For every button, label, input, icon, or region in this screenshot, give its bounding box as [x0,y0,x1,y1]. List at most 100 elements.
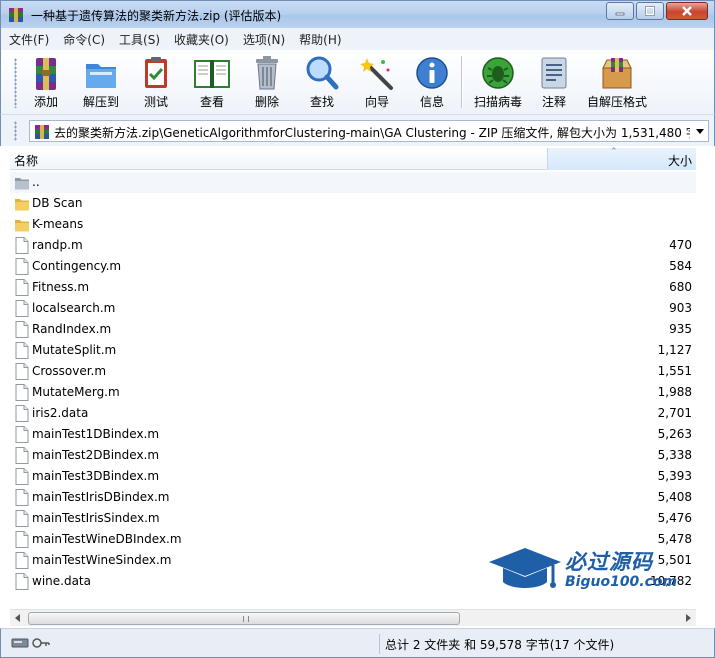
scan-virus-button[interactable]: 扫描病毒 [470,54,526,110]
file-name: mainTestWineSindex.m [32,553,172,567]
column-size-header[interactable]: 大小 [547,148,696,170]
info-icon [416,57,448,89]
file-icon [15,531,29,548]
file-size: 680 [669,280,692,294]
file-size: 5,263 [657,427,692,441]
info-button[interactable]: 信息 [407,54,457,110]
find-button[interactable]: 查找 [297,54,347,110]
menu-options[interactable]: 选项(N) [243,31,285,48]
file-row[interactable]: mainTestIrisSindex.m 5,476 [10,508,696,529]
comment-button[interactable]: 注释 [529,54,579,110]
test-clipboard-icon [145,57,167,88]
file-name: mainTestIrisSindex.m [32,511,160,525]
file-name: iris2.data [32,406,89,420]
horizontal-scrollbar[interactable] [10,609,696,626]
menu-file[interactable]: 文件(F) [9,31,49,48]
file-row[interactable]: iris2.data 2,701 [10,403,696,424]
winrar-app-icon[interactable] [8,7,24,23]
file-row[interactable]: K-means [10,214,696,235]
file-row[interactable]: DB Scan [10,193,696,214]
file-icon [15,447,29,464]
file-name: mainTest3DBindex.m [32,469,160,483]
file-row[interactable]: MutateMerg.m 1,988 [10,382,696,403]
watermark-text-en: Biguo100.com [565,574,678,590]
archive-icon [35,125,49,139]
menu-help[interactable]: 帮助(H) [299,31,341,48]
test-button[interactable]: 测试 [131,54,181,110]
file-size: 5,408 [657,490,692,504]
file-row[interactable]: mainTest1DBindex.m 5,263 [10,424,696,445]
wizard-wand-icon [360,58,393,90]
view-button[interactable]: 查看 [187,54,237,110]
file-name: K-means [32,217,84,231]
maximize-icon [645,6,655,16]
file-name: Contingency.m [32,259,122,273]
status-bar: 总计 2 文件夹 和 59,578 字节(17 个文件) [0,628,715,658]
file-size: 935 [669,322,692,336]
delete-button[interactable]: 删除 [242,54,292,110]
column-name-header[interactable]: 名称 [14,152,38,169]
scroll-left-icon[interactable] [13,613,23,623]
file-name: Fitness.m [32,280,90,294]
file-name: mainTestIrisDBindex.m [32,490,170,504]
maximize-button[interactable] [636,2,664,20]
file-row[interactable]: randp.m 470 [10,235,696,256]
scrollbar-thumb[interactable] [28,612,460,625]
file-row[interactable]: mainTest2DBindex.m 5,338 [10,445,696,466]
file-row[interactable]: RandIndex.m 935 [10,319,696,340]
file-icon [15,279,29,296]
address-grip[interactable] [14,121,17,141]
extract-to-button[interactable]: 解压到 [76,54,126,110]
title-bar[interactable]: 一种基于遗传算法的聚类新方法.zip (评估版本) [0,0,715,28]
address-field[interactable]: 去的聚类新方法.zip\GeneticAlgorithmforClusterin… [29,120,709,142]
wizard-label: 向导 [364,95,389,109]
menu-favorites[interactable]: 收藏夹(O) [174,31,229,48]
file-icon [15,510,29,527]
file-icon [15,237,29,254]
file-row[interactable]: Contingency.m 584 [10,256,696,277]
folder-icon [15,220,29,232]
scroll-right-icon[interactable] [683,613,693,623]
sfx-button[interactable]: 自解压格式 [584,54,650,110]
menu-tools[interactable]: 工具(S) [119,31,160,48]
chevron-down-icon[interactable] [695,126,705,136]
address-bar: 去的聚类新方法.zip\GeneticAlgorithmforClusterin… [0,114,715,146]
folder-icon [15,199,29,211]
file-row[interactable]: localsearch.m 903 [10,298,696,319]
file-row[interactable]: Crossover.m 1,551 [10,361,696,382]
sfx-label: 自解压格式 [586,95,647,109]
toolbar-grip[interactable] [14,58,17,108]
file-row[interactable]: MutateSplit.m 1,127 [10,340,696,361]
file-name: DB Scan [32,196,83,210]
file-row[interactable]: .. [10,172,696,193]
file-row[interactable]: mainTestIrisDBindex.m 5,408 [10,487,696,508]
minimize-button[interactable] [606,2,634,20]
file-icon [15,258,29,275]
file-name: RandIndex.m [32,322,112,336]
file-icon [15,300,29,317]
close-icon [682,6,692,16]
parent-folder-icon [15,178,29,190]
file-size: 1,551 [657,364,692,378]
file-size: 2,701 [657,406,692,420]
virus-scan-icon [482,57,514,89]
file-icon [15,426,29,443]
file-name: randp.m [32,238,83,252]
add-label: 添加 [33,95,58,109]
wizard-button[interactable]: 向导 [352,54,402,110]
menu-commands[interactable]: 命令(C) [63,31,105,48]
close-button[interactable] [666,2,708,20]
status-summary: 总计 2 文件夹 和 59,578 字节(17 个文件) [385,638,615,652]
file-size: 1,988 [657,385,692,399]
scan-virus-label: 扫描病毒 [473,95,522,109]
add-button[interactable]: 添加 [21,54,71,110]
file-name: mainTestWineDBIndex.m [32,532,182,546]
drive-key-icon[interactable] [11,636,51,650]
file-size: 470 [669,238,692,252]
watermark-text-cn: 必过源码 [565,550,653,574]
file-row[interactable]: mainTest3DBindex.m 5,393 [10,466,696,487]
file-icon [15,468,29,485]
view-label: 查看 [199,95,224,109]
file-row[interactable]: Fitness.m 680 [10,277,696,298]
file-name: localsearch.m [32,301,116,315]
